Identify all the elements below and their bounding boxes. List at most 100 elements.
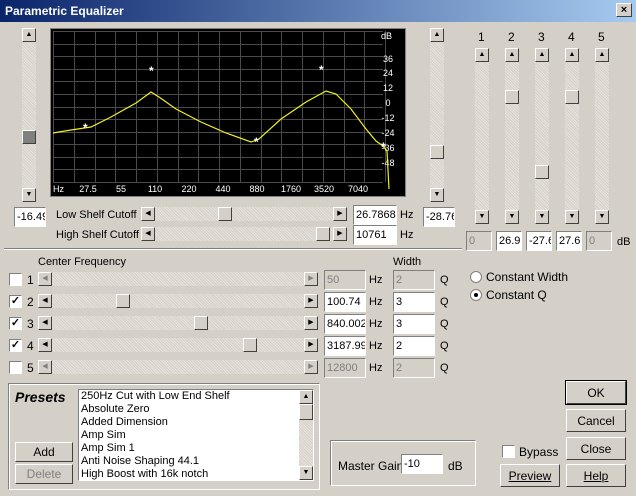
preview-button[interactable]: Preview bbox=[500, 464, 560, 487]
band-5-freq-left-button[interactable]: ◀ bbox=[38, 360, 52, 374]
ok-button[interactable]: OK bbox=[565, 380, 627, 405]
band-3-freq-field[interactable]: 840.002 bbox=[324, 314, 366, 334]
high-shelf-thumb[interactable] bbox=[316, 227, 330, 241]
preset-list-item[interactable]: High Boost with 16k notch bbox=[79, 468, 297, 480]
preset-list-item[interactable]: Amp Sim bbox=[79, 429, 297, 442]
delete-preset-button[interactable]: Delete bbox=[15, 464, 73, 484]
high-shelf-right-button[interactable]: ▶ bbox=[333, 227, 347, 241]
low-shelf-right-button[interactable]: ▶ bbox=[333, 207, 347, 221]
left-slider-track[interactable] bbox=[22, 42, 36, 188]
left-slider-thumb[interactable] bbox=[22, 130, 36, 144]
band-1-freq-left-button[interactable]: ◀ bbox=[38, 272, 52, 286]
high-shelf-track[interactable] bbox=[155, 227, 333, 241]
close-icon[interactable]: × bbox=[616, 3, 632, 17]
band-2-freq-track[interactable] bbox=[52, 294, 304, 308]
band-4-freq-thumb[interactable] bbox=[243, 338, 257, 352]
band-3-freq-thumb[interactable] bbox=[194, 316, 208, 330]
band-3-freq-left-button[interactable]: ◀ bbox=[38, 316, 52, 330]
band-4-down-button[interactable]: ▼ bbox=[565, 210, 579, 224]
right-slider-down-button[interactable]: ▼ bbox=[430, 188, 444, 202]
band-2-down-button[interactable]: ▼ bbox=[505, 210, 519, 224]
help-button[interactable]: Help bbox=[566, 464, 626, 487]
band-3-width-field[interactable]: 3 bbox=[393, 314, 435, 334]
band-2-track[interactable] bbox=[505, 62, 519, 210]
band-1-down-button[interactable]: ▼ bbox=[475, 210, 489, 224]
band-2-freq-left-button[interactable]: ◀ bbox=[38, 294, 52, 308]
band-5-freq-track[interactable] bbox=[52, 360, 304, 374]
control-point-band-3[interactable]: * bbox=[254, 135, 259, 149]
preset-list-item[interactable]: 250Hz Cut with Low End Shelf bbox=[79, 390, 297, 403]
low-shelf-track[interactable] bbox=[155, 207, 333, 221]
left-slider-up-button[interactable]: ▲ bbox=[22, 28, 36, 42]
high-shelf-value[interactable]: 10761 bbox=[353, 225, 397, 245]
band-5-down-button[interactable]: ▼ bbox=[595, 210, 609, 224]
constant-width-radio[interactable] bbox=[470, 271, 482, 283]
band-1-gain-field[interactable]: 0 bbox=[466, 231, 492, 251]
band-2-gain-field[interactable]: 26.9 bbox=[496, 231, 522, 251]
band-4-checkbox[interactable]: ✓ bbox=[9, 339, 22, 352]
constant-q-radio[interactable] bbox=[470, 289, 482, 301]
band-5-track[interactable] bbox=[595, 62, 609, 210]
band-3-down-button[interactable]: ▼ bbox=[535, 210, 549, 224]
close-button[interactable]: Close bbox=[566, 437, 626, 460]
band-5-up-button[interactable]: ▲ bbox=[595, 48, 609, 62]
band-2-width-field[interactable]: 3 bbox=[393, 292, 435, 312]
band-2-up-button[interactable]: ▲ bbox=[505, 48, 519, 62]
band-3-track[interactable] bbox=[535, 62, 549, 210]
band-4-freq-right-button[interactable]: ▶ bbox=[304, 338, 318, 352]
low-shelf-value[interactable]: 26.7868 bbox=[353, 205, 397, 225]
band-5-width-field[interactable]: 2 bbox=[393, 358, 435, 378]
control-point-band-4[interactable]: * bbox=[319, 63, 324, 77]
band-4-width-field[interactable]: 2 bbox=[393, 336, 435, 356]
right-slider-track[interactable] bbox=[430, 42, 444, 188]
band-4-gain-field[interactable]: 27.6 bbox=[556, 231, 582, 251]
band-4-up-button[interactable]: ▲ bbox=[565, 48, 579, 62]
band-5-freq-field[interactable]: 12800 bbox=[324, 358, 366, 378]
band-1-checkbox[interactable] bbox=[9, 273, 22, 286]
eq-graph[interactable]: 36 24 12 0 -12 -24 -36 -48 27.5 55 110 220 440 880 17… bbox=[50, 28, 406, 197]
band-1-width-field[interactable]: 2 bbox=[393, 270, 435, 290]
high-shelf-left-button[interactable]: ◀ bbox=[141, 227, 155, 241]
control-point-low-shelf[interactable]: * bbox=[83, 121, 88, 135]
add-preset-button[interactable]: Add bbox=[15, 442, 73, 462]
low-shelf-left-button[interactable]: ◀ bbox=[141, 207, 155, 221]
band-4-freq-field[interactable]: 3187.99 bbox=[324, 336, 366, 356]
cancel-button[interactable]: Cancel bbox=[566, 409, 626, 432]
band-2-thumb[interactable] bbox=[505, 90, 519, 104]
right-slider-up-button[interactable]: ▲ bbox=[430, 28, 444, 42]
band-2-freq-field[interactable]: 100.74 bbox=[324, 292, 366, 312]
right-slider-value[interactable]: -28.76 bbox=[423, 207, 455, 227]
preset-list-item[interactable]: Added Dimension bbox=[79, 416, 297, 429]
band-4-freq-track[interactable] bbox=[52, 338, 304, 352]
band-4-freq-left-button[interactable]: ◀ bbox=[38, 338, 52, 352]
preset-list-item[interactable]: Absolute Zero bbox=[79, 403, 297, 416]
left-slider-down-button[interactable]: ▼ bbox=[22, 188, 36, 202]
band-2-freq-right-button[interactable]: ▶ bbox=[304, 294, 318, 308]
master-gain-field[interactable]: -10 bbox=[401, 454, 443, 474]
band-4-track[interactable] bbox=[565, 62, 579, 210]
control-point-high-shelf[interactable]: * bbox=[381, 140, 386, 154]
presets-scroll-up-button[interactable]: ▲ bbox=[299, 390, 313, 404]
band-2-freq-thumb[interactable] bbox=[116, 294, 130, 308]
band-3-up-button[interactable]: ▲ bbox=[535, 48, 549, 62]
band-1-freq-field[interactable]: 50 bbox=[324, 270, 366, 290]
band-1-freq-track[interactable] bbox=[52, 272, 304, 286]
band-3-gain-field[interactable]: -27.6 bbox=[526, 231, 552, 251]
band-2-checkbox[interactable]: ✓ bbox=[9, 295, 22, 308]
low-shelf-thumb[interactable] bbox=[218, 207, 232, 221]
control-point-band-2[interactable]: * bbox=[149, 64, 154, 78]
band-3-thumb[interactable] bbox=[535, 165, 549, 179]
left-slider-value[interactable]: -16.49 bbox=[14, 207, 46, 227]
band-5-gain-field[interactable]: 0 bbox=[586, 231, 612, 251]
presets-scroll-down-button[interactable]: ▼ bbox=[299, 466, 313, 480]
band-1-track[interactable] bbox=[475, 62, 489, 210]
bypass-checkbox[interactable] bbox=[502, 445, 515, 458]
preset-list-item[interactable]: Amp Sim 1 bbox=[79, 442, 297, 455]
band-3-freq-track[interactable] bbox=[52, 316, 304, 330]
band-1-freq-right-button[interactable]: ▶ bbox=[304, 272, 318, 286]
band-3-freq-right-button[interactable]: ▶ bbox=[304, 316, 318, 330]
presets-list[interactable]: 250Hz Cut with Low End Shelf Absolute Zer… bbox=[78, 389, 314, 481]
right-slider-thumb[interactable] bbox=[430, 145, 444, 159]
band-1-up-button[interactable]: ▲ bbox=[475, 48, 489, 62]
presets-scroll-thumb[interactable] bbox=[299, 404, 313, 420]
